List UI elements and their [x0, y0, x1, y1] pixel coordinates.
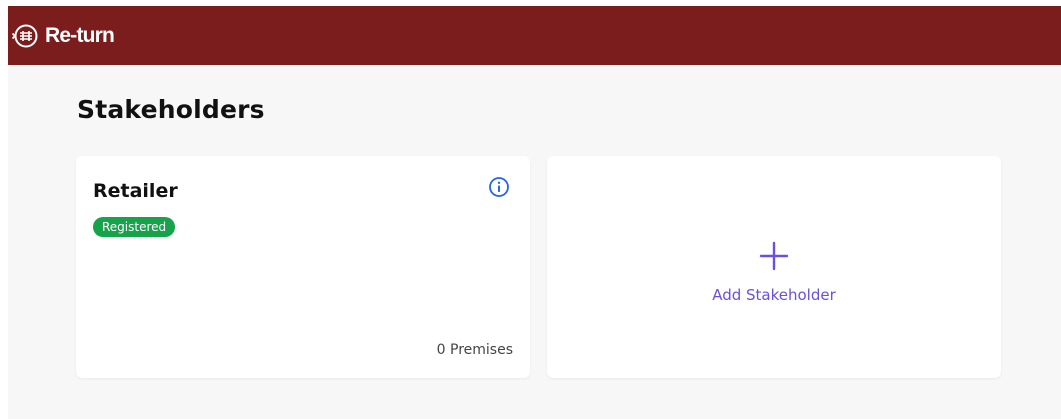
- page-background: Re-turn Stakeholders Retailer Registered…: [8, 6, 1061, 419]
- add-stakeholder-label: Add Stakeholder: [712, 286, 836, 304]
- page-title: Stakeholders: [77, 95, 265, 124]
- stakeholder-name: Retailer: [93, 180, 178, 202]
- top-navigation-bar: Re-turn: [8, 6, 1061, 65]
- stakeholder-card-retailer[interactable]: Retailer Registered 0 Premises: [76, 156, 530, 378]
- info-icon[interactable]: [488, 176, 510, 198]
- status-badge: Registered: [93, 217, 176, 237]
- recycle-logo-icon: [12, 24, 38, 47]
- add-stakeholder-button[interactable]: Add Stakeholder: [547, 156, 1001, 378]
- premises-count: 0 Premises: [436, 342, 513, 358]
- brand-logo-link[interactable]: Re-turn: [12, 22, 115, 50]
- brand-name: Re-turn: [45, 23, 115, 47]
- plus-icon: [759, 241, 789, 271]
